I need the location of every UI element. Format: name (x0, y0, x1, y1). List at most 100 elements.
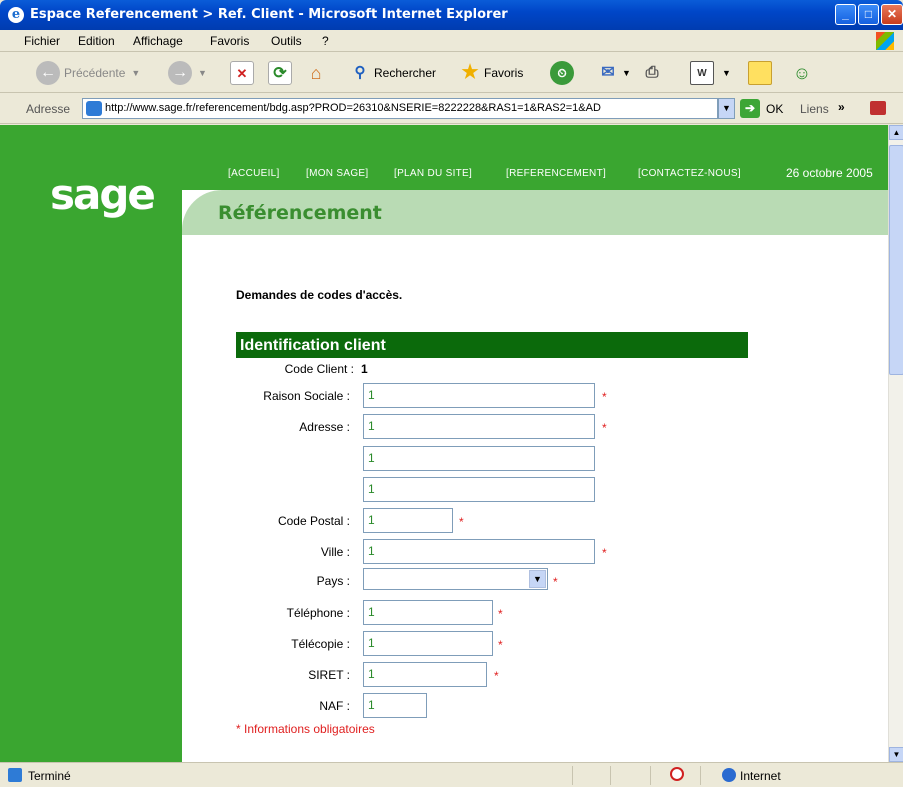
windows-flag-icon (876, 32, 894, 50)
forward-arrow-icon: → (168, 61, 192, 85)
left-column (0, 125, 182, 762)
nav-contactez-nous[interactable]: [CONTACTEZ-NOUS] (638, 168, 741, 179)
adresse-input-3[interactable]: 1 (363, 477, 595, 502)
required-marker: * (494, 669, 499, 683)
page-icon (8, 768, 22, 782)
adresse-input-1[interactable]: 1 (363, 414, 595, 439)
section-title: Identification client (236, 332, 748, 358)
forward-button[interactable]: → ▼ (168, 61, 207, 85)
code-postal-label: Code Postal : (277, 514, 350, 528)
address-label: Adresse (26, 102, 71, 116)
messenger-button[interactable]: ☺ (790, 61, 814, 85)
sage-logo[interactable]: sage (50, 170, 156, 219)
required-marker: * (498, 607, 503, 621)
adresse-label: Adresse : (299, 420, 350, 434)
required-marker: * (602, 421, 607, 435)
edit-button[interactable]: W ▼ (690, 61, 731, 85)
blocked-icon (670, 767, 684, 781)
address-input[interactable]: http://www.sage.fr/referencement/bdg.asp… (82, 98, 718, 119)
required-marker: * (459, 515, 464, 529)
favorites-button[interactable]: ★ Favoris (458, 61, 523, 85)
raison-sociale-label: Raison Sociale : (263, 389, 350, 403)
raison-sociale-input[interactable]: 1 (363, 383, 595, 408)
scroll-thumb[interactable] (889, 145, 903, 375)
chevron-down-icon: ▼ (722, 68, 731, 78)
telephone-input[interactable]: 1 (363, 600, 493, 625)
telephone-label: Téléphone : (286, 606, 350, 620)
print-icon: ⎙ (645, 64, 659, 81)
naf-label: NAF : (319, 699, 350, 713)
siret-input[interactable]: 1 (363, 662, 487, 687)
maximize-button[interactable]: □ (858, 4, 879, 25)
history-button[interactable]: ⏲ (550, 61, 574, 85)
address-dropdown-button[interactable]: ▼ (718, 98, 735, 119)
nav-accueil[interactable]: [ACCUEIL] (228, 168, 280, 179)
pays-label: Pays : (316, 574, 350, 588)
menu-affichage[interactable]: Affichage (133, 34, 183, 48)
mail-icon: ✉ (601, 64, 615, 81)
refresh-button[interactable]: ⟳ (268, 61, 292, 85)
form-subtitle: Demandes de codes d'accès. (236, 288, 403, 302)
chevron-down-icon: ▼ (131, 68, 141, 78)
menu-help[interactable]: ? (322, 34, 329, 48)
close-button[interactable]: ✕ (881, 4, 903, 25)
code-client-label: Code Client : (284, 362, 354, 376)
ville-input[interactable]: 1 (363, 539, 595, 564)
print-button[interactable]: ⎙ (640, 61, 664, 85)
site-date: 26 octobre 2005 (786, 166, 873, 180)
status-text: Terminé (28, 769, 71, 783)
zone-label: Internet (740, 769, 781, 783)
discuss-button[interactable] (748, 61, 772, 85)
menu-edition[interactable]: Edition (78, 34, 115, 48)
chevron-down-icon: ▼ (198, 68, 207, 78)
back-button[interactable]: ← Précédente ▼ (36, 61, 140, 85)
ie-logo-icon: e (8, 7, 24, 23)
acrobat-icon[interactable] (870, 101, 886, 115)
menu-fichier[interactable]: Fichier (24, 34, 60, 48)
go-label[interactable]: OK (766, 102, 783, 116)
required-note: * Informations obligatoires (236, 722, 375, 736)
menu-outils[interactable]: Outils (271, 34, 302, 48)
home-button[interactable]: ⌂ (304, 61, 328, 85)
nav-referencement[interactable]: [REFERENCEMENT] (506, 168, 606, 179)
minimize-button[interactable]: _ (835, 4, 856, 25)
status-bar: Terminé Internet (0, 762, 903, 787)
refresh-icon: ⟳ (268, 61, 292, 85)
required-marker: * (498, 638, 503, 652)
title-bar: e Espace Referencement > Ref. Client - M… (0, 0, 903, 30)
chevron-down-icon[interactable]: ▼ (529, 570, 546, 588)
pays-select[interactable]: ▼ (363, 568, 548, 590)
naf-input[interactable]: 1 (363, 693, 427, 718)
page-heading: Référencement (218, 202, 382, 224)
links-label[interactable]: Liens (800, 102, 829, 116)
adresse-input-2[interactable]: 1 (363, 446, 595, 471)
search-icon: ⚲ (354, 64, 366, 81)
history-icon: ⏲ (550, 61, 574, 85)
chevron-right-icon[interactable]: » (838, 100, 845, 114)
stop-button[interactable]: ✕ (230, 61, 254, 85)
siret-label: SIRET : (308, 668, 350, 682)
nav-plan-du-site[interactable]: [PLAN DU SITE] (394, 168, 472, 179)
folder-icon (748, 61, 772, 85)
telecopie-input[interactable]: 1 (363, 631, 493, 656)
vertical-scrollbar[interactable]: ▲ ▼ (888, 125, 903, 762)
globe-icon (722, 768, 736, 782)
menu-favoris[interactable]: Favoris (210, 34, 249, 48)
go-button[interactable]: ➔ (740, 99, 760, 118)
code-postal-input[interactable]: 1 (363, 508, 453, 533)
stop-icon: ✕ (230, 61, 254, 85)
messenger-icon: ☺ (792, 63, 812, 83)
required-marker: * (602, 546, 607, 560)
nav-mon-sage[interactable]: [MON SAGE] (306, 168, 368, 179)
header-band (182, 125, 888, 190)
toolbar: ← Précédente ▼ → ▼ ✕ ⟳ ⌂ ⚲ Rechercher ★ … (0, 53, 903, 93)
scroll-up-button[interactable]: ▲ (889, 125, 903, 140)
star-icon: ★ (461, 62, 479, 83)
menu-bar: Fichier Edition Affichage Favoris Outils… (0, 30, 903, 52)
telecopie-label: Télécopie : (291, 637, 350, 651)
scroll-down-button[interactable]: ▼ (889, 747, 903, 762)
back-arrow-icon: ← (36, 61, 60, 85)
search-button[interactable]: ⚲ Rechercher (348, 61, 437, 85)
home-icon: ⌂ (310, 63, 322, 83)
mail-button[interactable]: ✉ ▼ (596, 61, 631, 85)
